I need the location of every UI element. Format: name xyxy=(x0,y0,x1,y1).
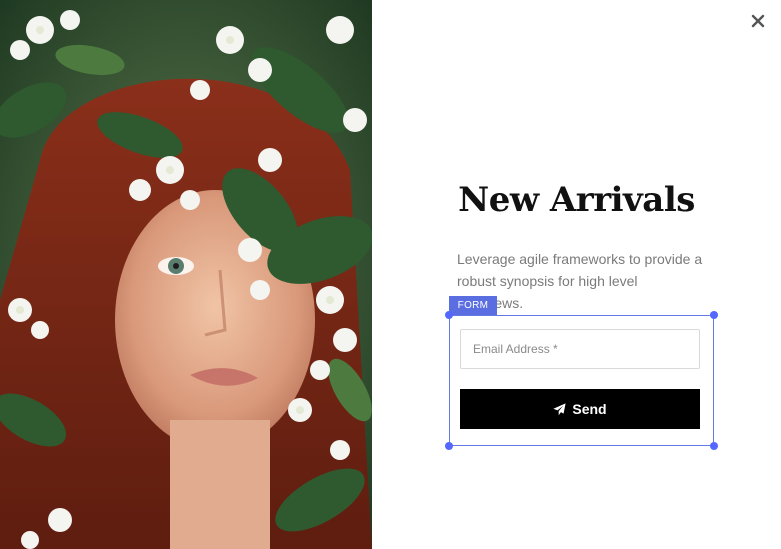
close-icon xyxy=(751,14,765,28)
newsletter-popup: New Arrivals Leverage agile frameworks t… xyxy=(0,0,781,549)
resize-handle-bottom-right[interactable] xyxy=(710,442,718,450)
resize-handle-top-left[interactable] xyxy=(445,311,453,319)
resize-handle-bottom-left[interactable] xyxy=(445,442,453,450)
send-button-label: Send xyxy=(572,401,607,417)
paper-plane-icon xyxy=(553,402,566,415)
popup-title: New Arrivals xyxy=(458,180,695,220)
close-button[interactable] xyxy=(748,11,768,31)
form-tag-label[interactable]: FORM xyxy=(449,296,497,315)
send-button[interactable]: Send xyxy=(460,389,700,429)
resize-handle-top-right[interactable] xyxy=(710,311,718,319)
hero-image xyxy=(0,0,372,549)
email-field[interactable] xyxy=(460,329,700,369)
